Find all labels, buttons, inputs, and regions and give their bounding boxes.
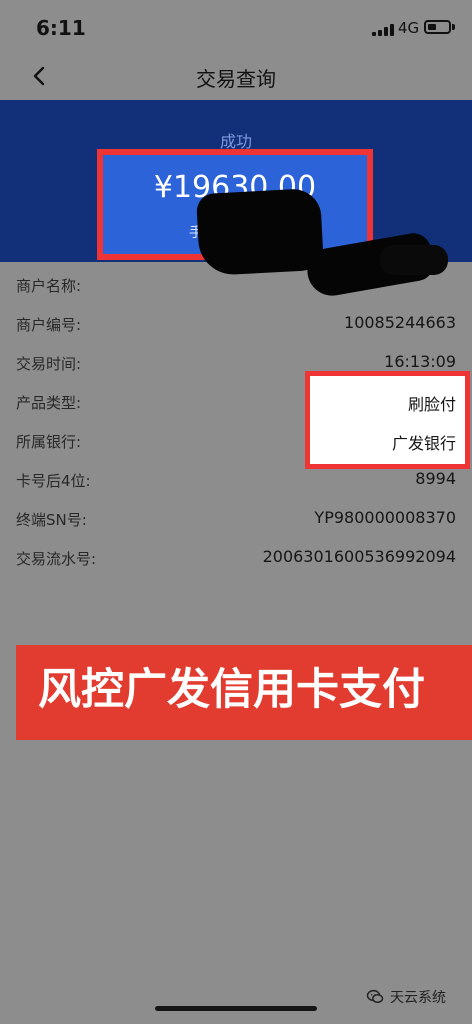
watermark-text: 天云系统 bbox=[390, 990, 446, 1006]
serial-number-value: 2006301600536992094 bbox=[262, 547, 456, 566]
terminal-sn-value: YP980000008370 bbox=[314, 508, 456, 527]
serial-number-label: 交易流水号: bbox=[16, 550, 97, 568]
risk-warning-text: 风控广发信用卡支付 bbox=[38, 665, 425, 715]
detail-row-bank: 所属银行: 广发银行 bbox=[0, 426, 472, 462]
network-type: 4G bbox=[398, 19, 420, 37]
page-title: 交易查询 bbox=[196, 67, 276, 91]
status-bar: 6:11 4G bbox=[0, 0, 472, 52]
battery-icon bbox=[424, 20, 451, 34]
wechat-icon bbox=[366, 989, 384, 1003]
product-type-label: 产品类型: bbox=[16, 394, 82, 412]
source-watermark: 天云系统 bbox=[366, 985, 446, 1009]
product-type-value: 刷脸付 bbox=[407, 395, 456, 414]
terminal-sn-label: 终端SN号: bbox=[16, 511, 87, 529]
home-indicator[interactable] bbox=[155, 1006, 317, 1011]
transaction-details-continued: 产品类型: 刷脸付 所属银行: 广发银行 卡号后4位: 8994 终端SN号: … bbox=[0, 262, 472, 602]
detail-row-product-type: 产品类型: 刷脸付 bbox=[0, 387, 472, 423]
bank-value: 广发银行 bbox=[391, 434, 456, 453]
card-last-four-label: 卡号后4位: bbox=[16, 472, 91, 490]
battery-cap bbox=[452, 24, 455, 30]
battery-level bbox=[428, 24, 436, 30]
detail-row-terminal-sn: 终端SN号: YP980000008370 bbox=[0, 504, 472, 540]
navigation-bar: 交易查询 bbox=[0, 52, 472, 100]
status-time: 6:11 bbox=[36, 16, 86, 40]
detail-row-card-last-four: 卡号后4位: 8994 bbox=[0, 465, 472, 501]
risk-warning-banner: 风控广发信用卡支付 bbox=[16, 645, 472, 740]
bank-label: 所属银行: bbox=[16, 433, 82, 451]
card-last-four-value: 8994 bbox=[415, 469, 456, 488]
cellular-signal-icon bbox=[372, 24, 394, 36]
detail-row-serial-number: 交易流水号: 2006301600536992094 bbox=[0, 543, 472, 579]
